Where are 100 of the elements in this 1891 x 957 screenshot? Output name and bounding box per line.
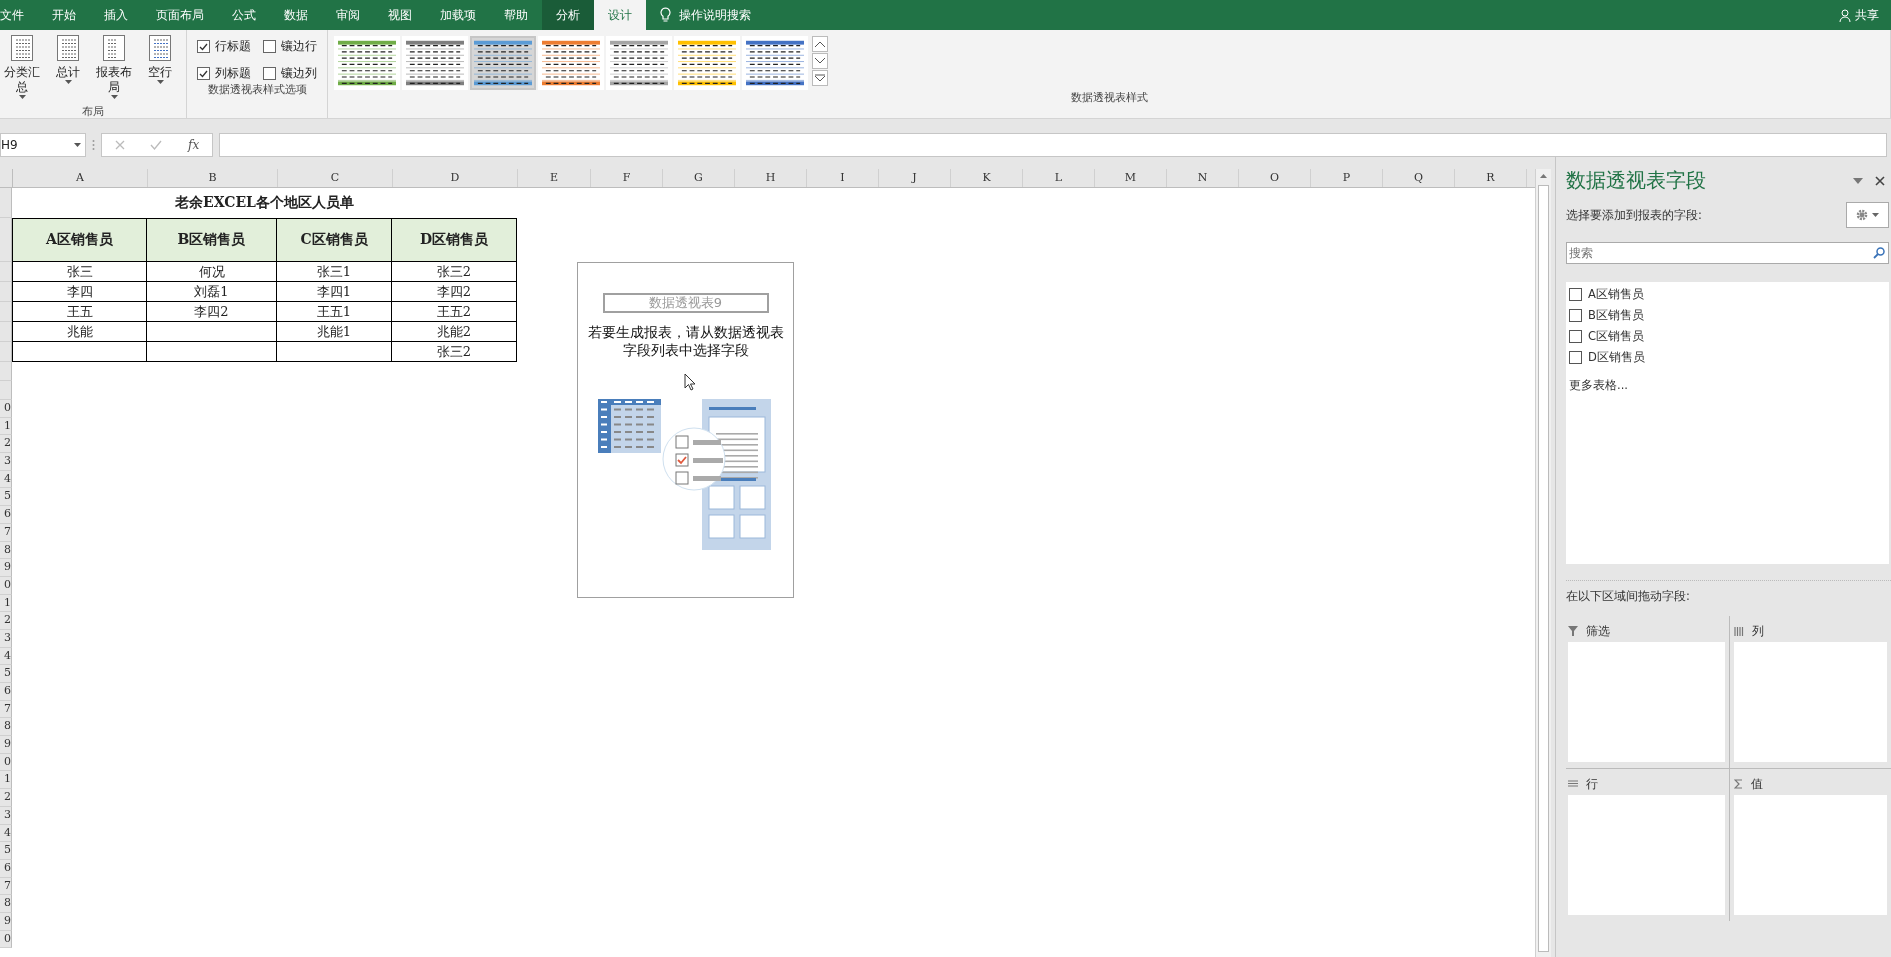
checkbox[interactable] xyxy=(197,40,210,53)
ribbon-tab[interactable]: 帮助 xyxy=(490,0,542,30)
checkbox[interactable] xyxy=(263,67,276,80)
ribbon-tab[interactable]: 开始 xyxy=(38,0,90,30)
table-style-swatch[interactable] xyxy=(334,36,400,90)
scroll-up-button[interactable] xyxy=(812,36,828,52)
ribbon-tab[interactable]: 设计 xyxy=(594,0,646,30)
column-header[interactable]: J xyxy=(879,169,951,187)
table-cell: 兆能2 xyxy=(392,322,517,342)
table-cell: 何况 xyxy=(147,262,277,282)
row-number: 8 xyxy=(0,895,12,913)
table-cell: 张三1 xyxy=(277,262,392,282)
name-box[interactable]: H9 xyxy=(0,133,86,157)
ribbon-button[interactable]: 总计 xyxy=(48,32,88,104)
share-button[interactable]: 共享 xyxy=(1855,6,1879,24)
report-layout-icon xyxy=(102,34,126,62)
checkbox[interactable] xyxy=(197,67,210,80)
table-style-swatch[interactable] xyxy=(538,36,604,90)
search-icon xyxy=(1873,247,1885,259)
column-header[interactable]: B xyxy=(148,169,278,187)
ribbon-tab[interactable]: 公式 xyxy=(218,0,270,30)
header-cell: B区销售员 xyxy=(147,218,277,262)
checkbox-label: 列标题 xyxy=(215,65,251,82)
ribbon-tab[interactable]: 插入 xyxy=(90,0,142,30)
settings-button[interactable] xyxy=(1846,202,1889,228)
gear-icon xyxy=(1856,209,1868,221)
ribbon-tab[interactable]: 审阅 xyxy=(322,0,374,30)
expand-icon xyxy=(815,74,825,82)
dropdown-caret-icon xyxy=(74,143,81,147)
column-header[interactable]: M xyxy=(1095,169,1167,187)
column-header[interactable]: F xyxy=(591,169,663,187)
column-header[interactable]: H xyxy=(735,169,807,187)
column-header[interactable]: P xyxy=(1311,169,1383,187)
table-cell: 李四2 xyxy=(147,302,277,322)
subtotals-icon xyxy=(10,34,34,62)
pane-title: 数据透视表字段 xyxy=(1566,167,1707,194)
column-header[interactable]: Q xyxy=(1383,169,1455,187)
table-cell: 张三 xyxy=(12,262,147,282)
column-header[interactable]: D xyxy=(393,169,518,187)
header-cell: D区销售员 xyxy=(392,218,517,262)
row-number: 1 xyxy=(0,771,12,790)
column-header[interactable]: I xyxy=(807,169,879,187)
column-header[interactable]: N xyxy=(1167,169,1239,187)
column-header[interactable]: E xyxy=(518,169,591,187)
row-number: 9 xyxy=(0,559,12,577)
ribbon-tab[interactable]: 视图 xyxy=(374,0,426,30)
table-style-swatch[interactable] xyxy=(470,36,536,90)
ribbon-tab[interactable]: 页面布局 xyxy=(142,0,218,30)
group-label: 布局 xyxy=(81,104,105,120)
field-checkbox[interactable] xyxy=(1569,309,1582,322)
insert-function-button[interactable]: fx xyxy=(188,138,200,152)
field-label: A区销售员 xyxy=(1588,287,1644,302)
field-checkbox[interactable] xyxy=(1569,288,1582,301)
column-header[interactable]: O xyxy=(1239,169,1311,187)
ribbon-tab[interactable]: 文件 xyxy=(0,0,38,30)
ribbon-tab[interactable]: 分析 xyxy=(542,0,594,30)
close-icon xyxy=(1875,175,1885,186)
ribbon-tab[interactable]: 数据 xyxy=(270,0,322,30)
column-header[interactable]: A xyxy=(13,169,148,187)
field-label: D区销售员 xyxy=(1588,350,1645,365)
column-header[interactable]: C xyxy=(278,169,393,187)
table-style-swatch[interactable] xyxy=(606,36,672,90)
check-icon[interactable] xyxy=(150,140,163,150)
field-checkbox[interactable] xyxy=(1569,351,1582,364)
checkbox[interactable] xyxy=(263,40,276,53)
table-cell: 张三2 xyxy=(392,262,517,282)
column-header[interactable]: G xyxy=(663,169,735,187)
grand-totals-icon xyxy=(56,34,80,62)
row-number: 9 xyxy=(0,736,12,754)
table-cell: 李四 xyxy=(12,282,147,302)
caret-icon xyxy=(64,80,72,84)
tell-me-search[interactable]: 操作说明搜索 xyxy=(679,6,751,24)
area-label: 列 xyxy=(1751,622,1764,640)
caret-icon xyxy=(1872,213,1879,217)
ribbon-button[interactable]: 分类汇总 xyxy=(2,32,42,104)
blank-rows-icon xyxy=(148,34,172,62)
area-label: 值 xyxy=(1750,775,1763,793)
column-header[interactable]: L xyxy=(1023,169,1095,187)
scroll-down-button[interactable] xyxy=(812,53,828,69)
ribbon-tab[interactable]: 加载项 xyxy=(426,0,490,30)
sigma-icon xyxy=(1733,779,1743,789)
column-header[interactable]: R xyxy=(1455,169,1527,187)
search-field[interactable]: 搜索 xyxy=(1566,242,1889,264)
row-number: 2 xyxy=(0,612,12,630)
table-cell: 王五 xyxy=(12,302,147,322)
caret-icon xyxy=(156,80,164,84)
more-tables-link[interactable]: 更多表格... xyxy=(1569,378,1886,393)
table-style-swatch[interactable] xyxy=(742,36,808,90)
ribbon-button[interactable]: 空行 xyxy=(140,32,180,104)
row-number: 5 xyxy=(0,488,12,507)
rows-icon xyxy=(1568,780,1578,788)
field-checkbox[interactable] xyxy=(1569,330,1582,343)
row-number: 5 xyxy=(0,842,12,860)
ribbon-button[interactable]: 报表布局 xyxy=(94,32,134,104)
table-style-swatch[interactable] xyxy=(402,36,468,90)
mouse-pointer-icon xyxy=(684,373,696,391)
vertical-scrollbar[interactable] xyxy=(1535,169,1551,957)
table-style-swatch[interactable] xyxy=(674,36,740,90)
more-styles-button[interactable] xyxy=(812,70,828,86)
column-header[interactable]: K xyxy=(951,169,1023,187)
